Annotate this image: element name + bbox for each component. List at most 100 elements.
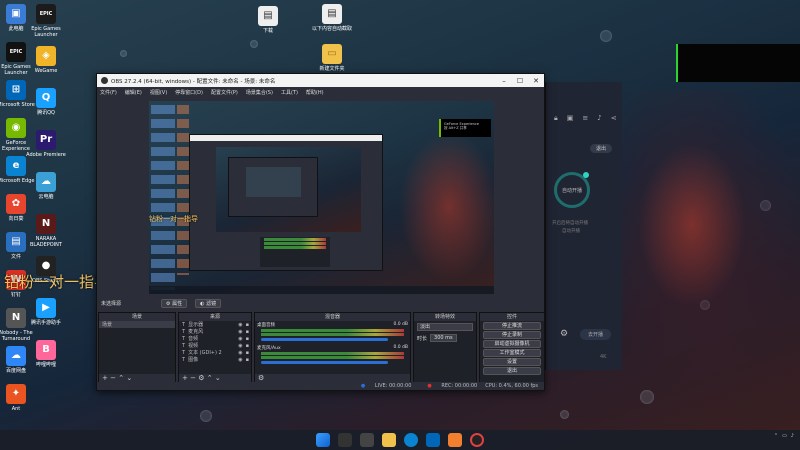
obs-preview[interactable]: GeForce Experience 按 Alt+Z 共享 钻粉一对一指导 [149, 101, 494, 294]
source-item[interactable]: T 音频 ◉ ▪ [179, 335, 251, 343]
search-icon[interactable] [338, 433, 352, 447]
menu-profile[interactable]: 配置文件(P) [211, 89, 238, 96]
bell-icon[interactable]: ♪ [597, 114, 601, 123]
panel-hint: 开启后将自动开播 [552, 221, 588, 226]
desktop-icon-b-3[interactable]: Pr Adobe Premiere [26, 130, 66, 158]
studio-mode-button[interactable]: 工作室模式 [483, 349, 541, 357]
add-icon[interactable]: + [102, 374, 108, 382]
volume-slider[interactable] [261, 361, 388, 364]
edge-icon[interactable] [404, 433, 418, 447]
source-item[interactable]: T 图像 ◉ ▪ [179, 356, 251, 364]
network-icon[interactable]: ▭ [782, 433, 787, 439]
menu-help[interactable]: 帮助(H) [306, 89, 324, 96]
desktop-icon-b-4[interactable]: ☁ 云电脑 [26, 172, 66, 200]
gear-icon[interactable]: ⚙ [258, 374, 264, 382]
desktop-icon-b-7[interactable]: ▶ 腾讯手游助手 [26, 298, 66, 326]
stop-streaming-button[interactable]: 停止推流 [483, 322, 541, 330]
menu-edit[interactable]: 编辑(E) [125, 89, 142, 96]
stop-recording-button[interactable]: 停止录制 [483, 331, 541, 339]
desktop-file-capture[interactable]: ▤ 以下内容自动截取 [312, 4, 352, 32]
eye-icon[interactable]: ◉ [238, 350, 242, 356]
gear-icon[interactable]: ⚙ [198, 374, 204, 382]
transition-select[interactable]: 淡出 [417, 323, 473, 331]
lock-icon[interactable]: ▪ [246, 350, 249, 356]
up-icon[interactable]: ⌃ [207, 374, 213, 382]
app-icon: ✦ [6, 384, 26, 404]
volume-icon[interactable]: ♪ [791, 433, 794, 439]
up-icon[interactable]: ⌃ [118, 374, 124, 382]
desktop-folder-new[interactable]: ▭ 新建文件夹 [312, 44, 352, 72]
app-icon[interactable] [448, 433, 462, 447]
start-live-button[interactable]: 去开播 [580, 329, 612, 340]
add-icon[interactable]: + [182, 374, 188, 382]
down-icon[interactable]: ⌄ [215, 374, 221, 382]
box-icon[interactable]: ▣ [567, 114, 574, 123]
menu-tools[interactable]: 工具(T) [281, 89, 298, 96]
source-item[interactable]: T 麦克风 ◉ ▪ [179, 328, 251, 336]
share-icon[interactable]: ⋖ [611, 114, 617, 123]
desktop-icon-label: 腾讯手游助手 [30, 320, 61, 326]
source-label: 显示器 [188, 322, 204, 328]
desktop-icon-b-2[interactable]: Q 腾讯QQ [26, 88, 66, 116]
exit-button[interactable]: 退出 [589, 144, 612, 153]
close-icon[interactable]: ✕ [528, 77, 544, 85]
sources-list: T 显示器 ◉ ▪ T 麦克风 ◉ ▪ T 音频 ◉ ▪ T 视频 ◉ ▪ T 文本 (GDI+) 2 ◉ ▪ T 图像 ◉… [179, 321, 251, 364]
scene-item[interactable]: 场景 [99, 321, 175, 328]
menu-docks[interactable]: 停靠窗口(D) [175, 89, 203, 96]
maximize-icon[interactable]: ☐ [512, 77, 528, 85]
duration-input[interactable]: 300 ms [430, 334, 457, 342]
settings-gear-icon[interactable]: ⚙ [560, 329, 568, 339]
app-icon: N [36, 214, 56, 234]
chevron-up-icon[interactable]: ⌃ [774, 433, 778, 439]
eye-icon[interactable]: ◉ [238, 329, 242, 335]
source-item[interactable]: T 视频 ◉ ▪ [179, 342, 251, 350]
eye-icon[interactable]: ◉ [238, 336, 242, 342]
lock-icon[interactable]: ▪ [246, 357, 249, 363]
minimize-icon[interactable]: – [496, 77, 512, 85]
task-view-icon[interactable] [360, 433, 374, 447]
filters-button[interactable]: ◐ 滤镜 [195, 299, 222, 308]
settings-button[interactable]: 设置 [483, 358, 541, 366]
obs-taskbar-icon[interactable] [470, 433, 484, 447]
desktop-icon-b-1[interactable]: ◈ WeGame [26, 46, 66, 74]
overlay-text-small: 钻粉一对一指导 [149, 215, 198, 223]
desktop-icon-label: Ant [11, 406, 21, 412]
panel-hint-2: 自动开播 [562, 229, 580, 234]
no-source-label: 未选择源 [101, 301, 122, 307]
desktop-icon-a-10[interactable]: ✦ Ant [0, 384, 36, 412]
down-icon[interactable]: ⌄ [126, 374, 132, 382]
menu-view[interactable]: 视图(V) [150, 89, 167, 96]
eye-icon[interactable]: ◉ [238, 343, 242, 349]
virtual-camera-button[interactable]: 启动虚拟摄像机 [483, 340, 541, 348]
source-item[interactable]: T 显示器 ◉ ▪ [179, 321, 251, 329]
app-icon: ☁ [36, 172, 56, 192]
properties-button[interactable]: ⚙ 属性 [161, 299, 188, 308]
eye-icon[interactable]: ◉ [238, 322, 242, 328]
menu-scene-collection[interactable]: 场景集合(S) [246, 89, 273, 96]
desktop-icon-b-8[interactable]: B 哔哩哔哩 [26, 340, 66, 368]
lock-icon[interactable]: ▪ [246, 329, 249, 335]
file-explorer-icon[interactable] [382, 433, 396, 447]
lock-icon[interactable]: 🔒︎ [554, 114, 558, 123]
desktop-file-download[interactable]: ▤ 下载 [248, 6, 288, 34]
menu-file[interactable]: 文件(F) [100, 89, 117, 96]
start-icon[interactable] [316, 433, 330, 447]
menu-icon[interactable]: ≡ [582, 114, 588, 123]
store-icon[interactable] [426, 433, 440, 447]
lock-icon[interactable]: ▪ [246, 322, 249, 328]
lock-icon[interactable]: ▪ [246, 336, 249, 342]
lock-icon[interactable]: ▪ [246, 343, 249, 349]
desktop-icon-b-0[interactable]: EPIC Epic Games Launcher [26, 4, 66, 38]
mixer-channel-desktop: 桌面音频 0.0 dB [255, 321, 410, 342]
remove-icon[interactable]: − [110, 374, 116, 382]
desktop-icon-b-5[interactable]: N NARAKA BLADEPOINT [26, 214, 66, 248]
remove-icon[interactable]: − [190, 374, 196, 382]
volume-slider[interactable] [261, 338, 388, 341]
transitions-dock: 转场特效 淡出 时长 300 ms [413, 312, 477, 384]
app-icon: ▤ [6, 232, 26, 252]
exit-button[interactable]: 退出 [483, 367, 541, 375]
desktop-icon-label: 钉钉 [10, 292, 21, 298]
wallpaper-car [620, 90, 800, 390]
source-item[interactable]: T 文本 (GDI+) 2 ◉ ▪ [179, 349, 251, 357]
eye-icon[interactable]: ◉ [238, 357, 242, 363]
